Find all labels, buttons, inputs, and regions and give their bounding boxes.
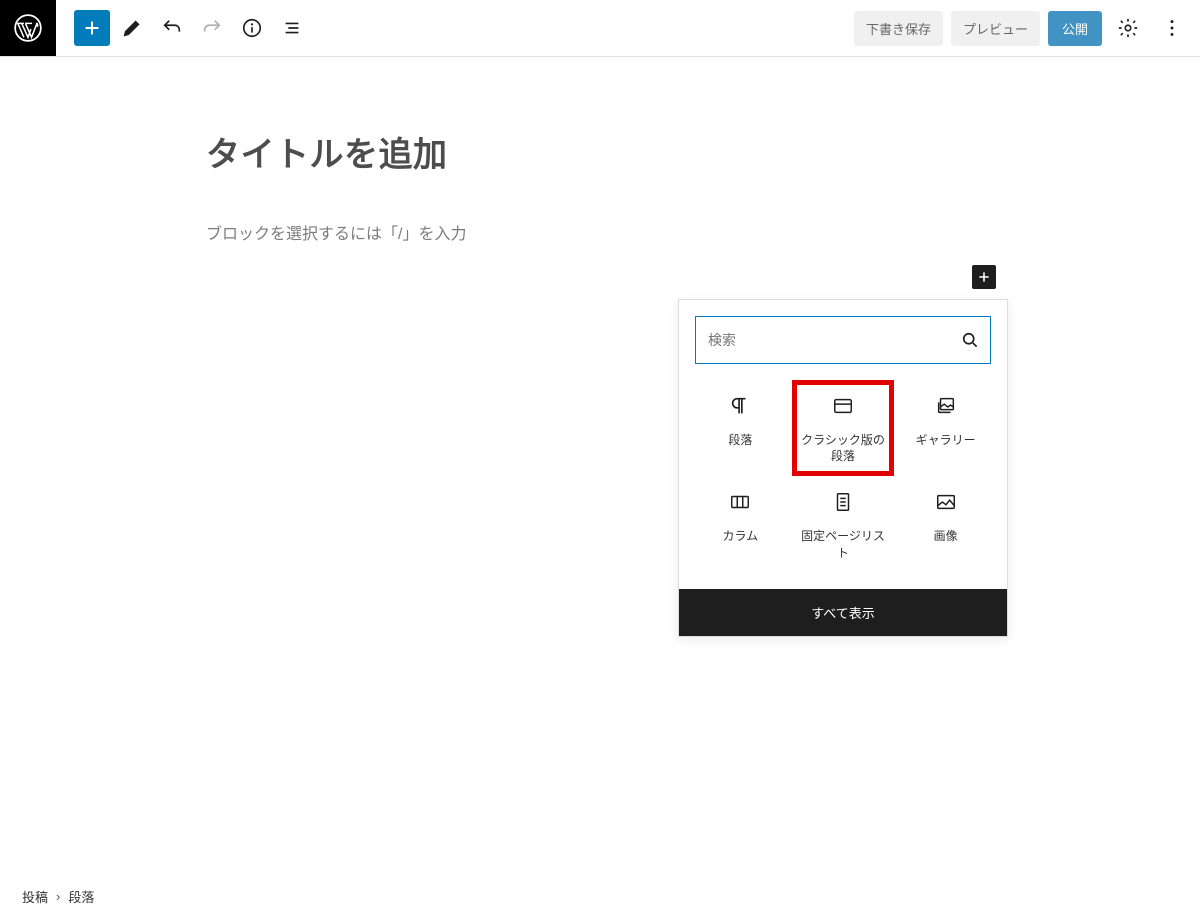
top-toolbar: 下書き保存 プレビュー 公開 bbox=[0, 0, 1200, 57]
more-options-button[interactable] bbox=[1154, 10, 1190, 46]
info-button[interactable] bbox=[234, 10, 270, 46]
breadcrumb-current: 段落 bbox=[68, 887, 94, 906]
block-item-label: クラシック版の段落 bbox=[797, 432, 890, 464]
search-icon bbox=[960, 330, 980, 350]
editor-canvas: タイトルを追加 ブロックを選択するには「/」を入力 bbox=[0, 57, 1200, 244]
block-item-page-list[interactable]: 固定ページリスト bbox=[792, 476, 895, 572]
block-grid: 段落 クラシック版の段落 ギャラリー bbox=[679, 380, 1007, 589]
outline-button[interactable] bbox=[274, 10, 310, 46]
block-item-label: 段落 bbox=[728, 432, 752, 464]
wordpress-logo-icon[interactable] bbox=[0, 0, 56, 56]
settings-button[interactable] bbox=[1110, 10, 1146, 46]
gallery-icon bbox=[934, 394, 958, 418]
breadcrumb: 投稿 › 段落 bbox=[0, 881, 1200, 911]
breadcrumb-root[interactable]: 投稿 bbox=[22, 887, 48, 906]
show-all-blocks-button[interactable]: すべて表示 bbox=[679, 589, 1007, 636]
block-item-classic-paragraph[interactable]: クラシック版の段落 bbox=[792, 380, 895, 476]
paragraph-icon bbox=[728, 394, 752, 418]
block-item-image[interactable]: 画像 bbox=[894, 476, 997, 572]
block-placeholder-text[interactable]: ブロックを選択するには「/」を入力 bbox=[206, 220, 1200, 244]
block-item-label: ギャラリー bbox=[916, 432, 976, 464]
page-list-icon bbox=[831, 490, 855, 514]
edit-tool-button[interactable] bbox=[114, 10, 150, 46]
block-inserter-popover: 段落 クラシック版の段落 ギャラリー bbox=[678, 299, 1008, 637]
save-draft-button[interactable]: 下書き保存 bbox=[854, 11, 943, 46]
block-item-columns[interactable]: カラム bbox=[689, 476, 792, 572]
block-item-label: 画像 bbox=[934, 528, 958, 560]
block-item-gallery[interactable]: ギャラリー bbox=[894, 380, 997, 476]
block-item-paragraph[interactable]: 段落 bbox=[689, 380, 792, 476]
preview-button[interactable]: プレビュー bbox=[951, 11, 1040, 46]
block-item-label: カラム bbox=[723, 528, 759, 560]
block-search-field bbox=[695, 316, 991, 364]
block-search-input[interactable] bbox=[706, 331, 960, 349]
publish-button[interactable]: 公開 bbox=[1048, 11, 1102, 46]
add-block-button[interactable] bbox=[74, 10, 110, 46]
columns-icon bbox=[728, 490, 752, 514]
image-icon bbox=[934, 490, 958, 514]
post-title-input[interactable]: タイトルを追加 bbox=[206, 127, 1200, 176]
chevron-right-icon: › bbox=[56, 889, 60, 904]
undo-button[interactable] bbox=[154, 10, 190, 46]
classic-editor-icon bbox=[831, 394, 855, 418]
block-item-label: 固定ページリスト bbox=[796, 528, 891, 560]
redo-button[interactable] bbox=[194, 10, 230, 46]
inline-add-block-button[interactable] bbox=[972, 265, 996, 289]
